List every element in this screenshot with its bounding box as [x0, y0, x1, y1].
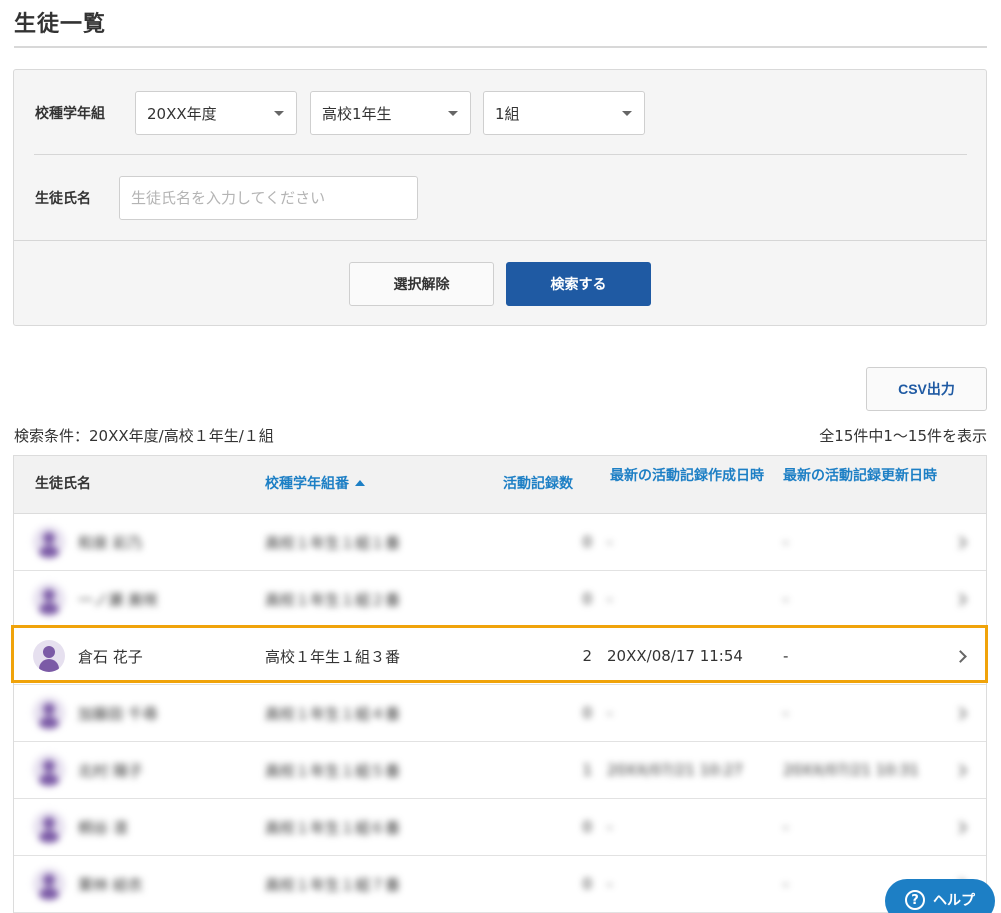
latest-created: -: [607, 590, 613, 608]
latest-created: -: [607, 818, 613, 836]
avatar: [33, 526, 65, 558]
student-name-input[interactable]: [119, 176, 418, 220]
chevron-right-icon: [953, 763, 967, 777]
latest-created: 20XX/08/17 11:54: [607, 647, 743, 665]
latest-created: 20XX/07/21 10:27: [607, 761, 743, 779]
chevron-right-icon: [953, 592, 967, 606]
latest-updated: -: [783, 590, 789, 608]
header-latest-updated[interactable]: 最新の活動記録更新日時: [783, 468, 943, 484]
latest-created: -: [607, 533, 613, 551]
table-row[interactable]: 北村 陽子 高校１年生１組５番 1 20XX/07/21 10:27 20XX/…: [14, 742, 986, 799]
grade-select-value: 高校1年生: [322, 104, 392, 123]
year-select-value: 20XX年度: [147, 104, 217, 123]
avatar: [33, 697, 65, 729]
chevron-right-icon: [953, 820, 967, 834]
class-number: 高校１年生１組１番: [265, 533, 401, 552]
latest-updated: -: [783, 875, 789, 893]
question-icon: ?: [905, 890, 925, 910]
latest-updated: -: [783, 647, 789, 665]
chevron-right-icon: [953, 706, 967, 720]
header-latest-created[interactable]: 最新の活動記録作成日時: [610, 468, 770, 484]
search-condition-text: 検索条件：20XX年度/高校１年生/１組: [14, 427, 274, 445]
chevron-right-icon: [953, 535, 967, 549]
student-name: 和泉 彩乃: [78, 533, 143, 552]
chevron-down-icon: [622, 111, 632, 116]
help-button[interactable]: ? ヘルプ: [885, 879, 995, 913]
table-row[interactable]: 加藤田 千尋 高校１年生１組４番 0 - -: [14, 685, 986, 742]
table-row[interactable]: 一ノ瀬 美咲 高校１年生１組２番 0 - -: [14, 571, 986, 628]
csv-export-button[interactable]: CSV出力: [866, 367, 987, 411]
avatar: [33, 811, 65, 843]
activity-count: 2: [582, 647, 592, 665]
student-table: 生徒氏名 校種学年組番 活動記録数 最新の活動記録作成日時 最新の活動記録更新日…: [13, 455, 987, 913]
avatar: [33, 583, 65, 615]
student-name: 倉石 花子: [78, 647, 143, 666]
chevron-right-icon: [953, 649, 967, 663]
student-name: 北村 陽子: [78, 761, 143, 780]
student-name: 栗林 結衣: [78, 875, 143, 894]
result-count-text: 全15件中1～15件を表示: [819, 427, 987, 445]
class-number: 高校１年生１組２番: [265, 590, 401, 609]
class-number: 高校１年生１組６番: [265, 818, 401, 837]
class-filter-row: 校種学年組 20XX年度 高校1年生 1組: [14, 90, 986, 136]
page-title: 生徒一覧: [14, 12, 107, 37]
class-number: 高校１年生１組３番: [265, 647, 401, 666]
class-select[interactable]: 1組: [483, 91, 645, 135]
activity-count: 0: [582, 704, 592, 722]
class-select-value: 1組: [495, 104, 520, 123]
avatar: [33, 868, 65, 900]
help-label: ヘルプ: [933, 893, 975, 909]
panel-divider: [14, 240, 986, 241]
activity-count: 1: [582, 761, 592, 779]
latest-updated: 20XX/07/21 10:31: [783, 761, 919, 779]
student-name: 桐谷 凛: [78, 818, 128, 837]
activity-count: 0: [582, 818, 592, 836]
sort-ascending-icon: [355, 480, 365, 486]
student-name-label: 生徒氏名: [35, 191, 91, 207]
table-row[interactable]: 桐谷 凛 高校１年生１組６番 0 - -: [14, 799, 986, 856]
class-number: 高校１年生１組７番: [265, 875, 401, 894]
latest-updated: -: [783, 818, 789, 836]
avatar: [33, 754, 65, 786]
year-select[interactable]: 20XX年度: [135, 91, 297, 135]
grade-select[interactable]: 高校1年生: [310, 91, 471, 135]
row-divider: [34, 154, 967, 155]
activity-count: 0: [582, 590, 592, 608]
chevron-down-icon: [274, 111, 284, 116]
class-number: 高校１年生１組４番: [265, 704, 401, 723]
table-row[interactable]: 栗林 結衣 高校１年生１組７番 0 - -: [14, 856, 986, 913]
search-button[interactable]: 検索する: [506, 262, 651, 306]
student-name: 加藤田 千尋: [78, 704, 158, 723]
title-divider: [14, 46, 987, 48]
student-name: 一ノ瀬 美咲: [78, 590, 158, 609]
avatar: [33, 640, 65, 672]
class-number: 高校１年生１組５番: [265, 761, 401, 780]
name-filter-row: 生徒氏名: [14, 175, 986, 221]
latest-created: -: [607, 704, 613, 722]
latest-created: -: [607, 875, 613, 893]
search-panel: 校種学年組 20XX年度 高校1年生 1組 生徒氏名 選択解除 検索する: [13, 69, 987, 326]
header-activity-count[interactable]: 活動記録数: [503, 476, 573, 492]
table-header: 生徒氏名 校種学年組番 活動記録数 最新の活動記録作成日時 最新の活動記録更新日…: [14, 456, 986, 514]
activity-count: 0: [582, 875, 592, 893]
table-row[interactable]: 和泉 彩乃 高校１年生１組１番 0 - -: [14, 514, 986, 571]
header-class-number-label: 校種学年組番: [265, 476, 349, 492]
table-row-selected[interactable]: 倉石 花子 高校１年生１組３番 2 20XX/08/17 11:54 -: [14, 628, 986, 685]
chevron-down-icon: [448, 111, 458, 116]
class-filter-label: 校種学年組: [35, 106, 105, 122]
activity-count: 0: [582, 533, 592, 551]
header-student-name: 生徒氏名: [35, 476, 91, 492]
clear-selection-button[interactable]: 選択解除: [349, 262, 494, 306]
latest-updated: -: [783, 533, 789, 551]
latest-updated: -: [783, 704, 789, 722]
header-class-number[interactable]: 校種学年組番: [265, 476, 365, 492]
